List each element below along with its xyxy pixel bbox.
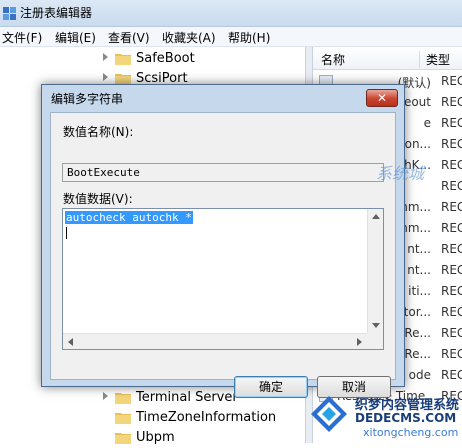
expand-arrow-icon[interactable] <box>103 53 108 61</box>
watermark-line3: xitongcheng.com <box>363 426 459 439</box>
row-type: REG <box>441 158 462 172</box>
column-name-header[interactable]: 名称 <box>321 51 345 68</box>
scroll-left-icon[interactable] <box>68 338 73 346</box>
row-type: REG <box>441 221 462 235</box>
expand-arrow-icon[interactable] <box>103 73 108 81</box>
dialog-titlebar[interactable]: 编辑多字符串 ✕ <box>42 85 404 109</box>
window-title: 注册表编辑器 <box>20 6 93 20</box>
folder-icon <box>115 413 131 424</box>
row-type: REG <box>441 179 462 193</box>
horizontal-scrollbar[interactable] <box>63 333 367 349</box>
row-type: REG <box>441 326 462 340</box>
expand-arrow-icon[interactable] <box>103 392 108 400</box>
folder-icon <box>115 393 131 404</box>
ok-button[interactable]: 确定 <box>234 376 308 398</box>
value-data-textarea[interactable]: autocheck autochk * <box>62 208 384 350</box>
row-type: REG <box>441 74 462 88</box>
selected-text: autocheck autochk * <box>65 211 193 224</box>
column-header: 名称 类型 <box>313 47 462 70</box>
menu-help[interactable]: 帮助(H) <box>228 29 270 46</box>
dialog-body: 数值名称(N): BootExecute 数值数据(V): autocheck … <box>50 112 396 398</box>
value-data-label: 数值数据(V): <box>63 192 133 206</box>
window-titlebar[interactable]: 注册表编辑器 <box>0 0 462 27</box>
regedit-app-icon <box>3 7 16 20</box>
watermark-line2: DEDECMS.COM <box>355 411 457 425</box>
close-icon: ✕ <box>376 91 388 105</box>
row-type: REG <box>441 368 462 382</box>
tree-item-label: SafeBoot <box>136 51 195 66</box>
scroll-corner <box>367 333 383 349</box>
dialog-title: 编辑多字符串 <box>51 92 124 106</box>
scroll-up-icon[interactable] <box>372 214 380 219</box>
tree-item-label: TimeZoneInformation <box>136 410 277 425</box>
value-name-label: 数值名称(N): <box>63 125 134 139</box>
menu-view[interactable]: 查看(V) <box>108 29 150 46</box>
vertical-scrollbar[interactable] <box>367 209 383 333</box>
scroll-right-icon[interactable] <box>357 338 362 346</box>
menu-edit[interactable]: 编辑(E) <box>55 29 96 46</box>
row-type: REG <box>441 137 462 151</box>
row-type: REG <box>441 242 462 256</box>
row-type: REG <box>441 305 462 319</box>
edit-multi-string-dialog: 编辑多字符串 ✕ 数值名称(N): BootExecute 数值数据(V): a… <box>41 84 405 398</box>
close-button[interactable]: ✕ <box>366 89 398 107</box>
row-type: REG <box>441 347 462 361</box>
tree-item-label: Terminal Server <box>136 390 238 405</box>
menu-file[interactable]: 文件(F) <box>2 29 42 46</box>
folder-icon <box>115 54 131 65</box>
column-type-header[interactable]: 类型 <box>419 51 450 68</box>
watermark-brand: 系统城 <box>376 164 425 183</box>
menu-favorites[interactable]: 收藏夹(A) <box>162 29 216 46</box>
scroll-down-icon[interactable] <box>372 323 380 328</box>
folder-icon <box>115 433 131 444</box>
row-type: REG <box>441 263 462 277</box>
menu-bar: 文件(F) 编辑(E) 查看(V) 收藏夹(A) 帮助(H) <box>0 27 462 47</box>
watermark: 织梦内容管理系统 DEDECMS.COM xitongcheng.com <box>305 392 462 443</box>
row-type: REG <box>441 200 462 214</box>
text-caret <box>66 227 67 239</box>
row-type: REG <box>441 116 462 130</box>
value-name-field: BootExecute <box>62 163 384 182</box>
watermark-logo-icon <box>311 396 347 432</box>
row-type: REG <box>441 284 462 298</box>
row-type: REG <box>441 95 462 109</box>
